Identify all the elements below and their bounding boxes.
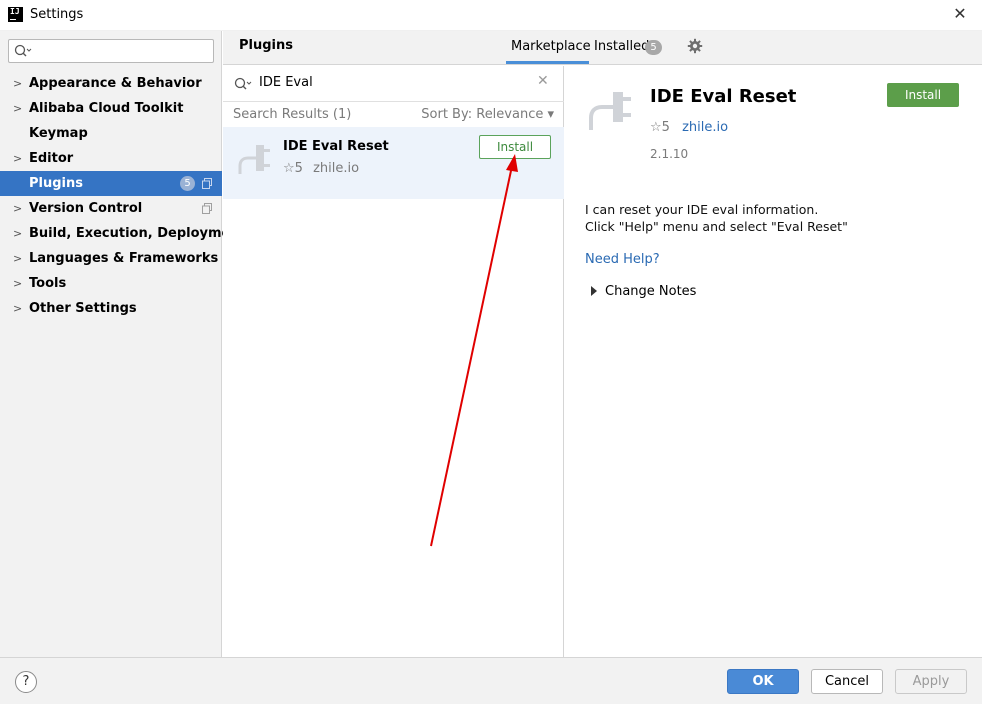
detail-plugin-name: IDE Eval Reset — [650, 86, 797, 107]
plugin-results-panel: IDE Eval ✕ Search Results (1) Sort By: R… — [223, 66, 564, 657]
dialog-footer: ? OK Cancel Apply — [0, 657, 982, 704]
sidebar-item-languages-frameworks[interactable]: > Languages & Frameworks — [0, 246, 222, 271]
plug-icon — [238, 145, 270, 174]
change-notes-label: Change Notes — [605, 284, 697, 299]
sidebar-item-label: Editor — [29, 151, 74, 166]
title-bar: IJ Settings ✕ — [0, 0, 982, 31]
copy-icon — [202, 203, 212, 214]
chevron-right-icon: > — [13, 102, 23, 115]
sidebar-item-other-settings[interactable]: > Other Settings — [0, 296, 222, 321]
sidebar-item-keymap[interactable]: Keymap — [0, 121, 222, 146]
description-line: I can reset your IDE eval information. — [585, 202, 819, 217]
plugin-list-item[interactable]: IDE Eval Reset ☆5 zhile.io Install — [223, 127, 564, 199]
plugin-name: IDE Eval Reset — [283, 139, 389, 154]
sidebar-item-alibaba-cloud-toolkit[interactable]: > Alibaba Cloud Toolkit — [0, 96, 222, 121]
apply-button[interactable]: Apply — [895, 669, 967, 694]
chevron-right-icon: > — [13, 152, 23, 165]
sidebar-item-label: Languages & Frameworks — [29, 251, 219, 266]
settings-sidebar: > Appearance & Behavior > Alibaba Cloud … — [0, 31, 246, 657]
tab-marketplace[interactable]: Marketplace — [511, 39, 591, 54]
gear-icon[interactable] — [687, 38, 703, 54]
sidebar-item-plugins[interactable]: Plugins 5 — [0, 171, 222, 196]
results-count: Search Results (1) — [233, 107, 352, 122]
sidebar-item-appearance[interactable]: > Appearance & Behavior — [0, 71, 222, 96]
description-line: Click "Help" menu and select "Eval Reset… — [585, 219, 848, 234]
chevron-right-icon: > — [13, 252, 23, 265]
results-toolbar: Search Results (1) Sort By: Relevance ▾ — [223, 103, 564, 127]
vendor-link[interactable]: zhile.io — [682, 120, 728, 135]
ok-button[interactable]: OK — [727, 669, 799, 694]
rating: ☆5 — [650, 120, 670, 135]
change-notes-toggle[interactable]: Change Notes — [591, 284, 696, 299]
sidebar-item-label: Keymap — [29, 126, 88, 141]
sidebar-item-label: Plugins — [29, 176, 83, 191]
plug-icon — [589, 92, 631, 130]
plugin-detail-panel: IDE Eval Reset ☆5 zhile.io 2.1.10 Instal… — [565, 66, 982, 657]
plugin-meta: ☆5 zhile.io — [283, 161, 359, 176]
copy-icon — [202, 178, 212, 189]
sidebar-item-label: Version Control — [29, 201, 143, 216]
chevron-right-icon: > — [13, 277, 23, 290]
sidebar-nav: > Appearance & Behavior > Alibaba Cloud … — [0, 71, 246, 321]
sidebar-item-editor[interactable]: > Editor — [0, 146, 222, 171]
sidebar-item-label: Alibaba Cloud Toolkit — [29, 101, 184, 116]
help-icon[interactable]: ? — [15, 671, 37, 693]
sort-dropdown[interactable]: Sort By: Relevance ▾ — [421, 107, 554, 122]
rating: ☆5 — [283, 161, 303, 176]
chevron-right-icon: > — [13, 202, 23, 215]
active-tab-indicator — [506, 61, 589, 64]
plugins-header: Plugins Marketplace Installed 5 — [223, 31, 982, 65]
install-button-primary[interactable]: Install — [887, 83, 959, 107]
detail-meta: ☆5 zhile.io — [650, 120, 728, 135]
plugin-search-input[interactable]: IDE Eval ✕ — [223, 66, 564, 102]
plugin-description: I can reset your IDE eval information. C… — [585, 201, 848, 235]
close-icon[interactable]: ✕ — [950, 4, 970, 23]
sidebar-item-label: Tools — [29, 276, 67, 291]
sidebar-item-label: Appearance & Behavior — [29, 76, 202, 91]
intellij-logo-icon: IJ — [8, 7, 23, 22]
plugin-version: 2.1.10 — [650, 147, 689, 161]
install-button[interactable]: Install — [479, 135, 551, 159]
sidebar-item-version-control[interactable]: > Version Control — [0, 196, 222, 221]
cancel-button[interactable]: Cancel — [811, 669, 883, 694]
clear-icon[interactable]: ✕ — [537, 73, 549, 89]
plugins-count-badge: 5 — [180, 176, 195, 191]
sidebar-item-tools[interactable]: > Tools — [0, 271, 222, 296]
tab-installed[interactable]: Installed — [594, 39, 649, 54]
sidebar-item-label: Other Settings — [29, 301, 137, 316]
search-query: IDE Eval — [259, 75, 313, 90]
search-icon — [14, 44, 32, 57]
sidebar-item-label: Build, Execution, Deployment — [29, 226, 246, 241]
chevron-right-icon: > — [13, 77, 23, 90]
chevron-right-icon: > — [13, 302, 23, 315]
expand-triangle-icon — [591, 286, 597, 296]
chevron-right-icon: > — [13, 227, 23, 240]
search-icon — [234, 77, 252, 90]
window-title: Settings — [30, 7, 84, 22]
vendor: zhile.io — [313, 161, 360, 176]
need-help-link[interactable]: Need Help? — [585, 252, 660, 267]
sidebar-item-build-execution-deployment[interactable]: > Build, Execution, Deployment — [0, 221, 246, 246]
installed-count-badge: 5 — [645, 40, 662, 55]
page-title: Plugins — [239, 38, 293, 53]
sidebar-search-input[interactable] — [8, 39, 214, 63]
